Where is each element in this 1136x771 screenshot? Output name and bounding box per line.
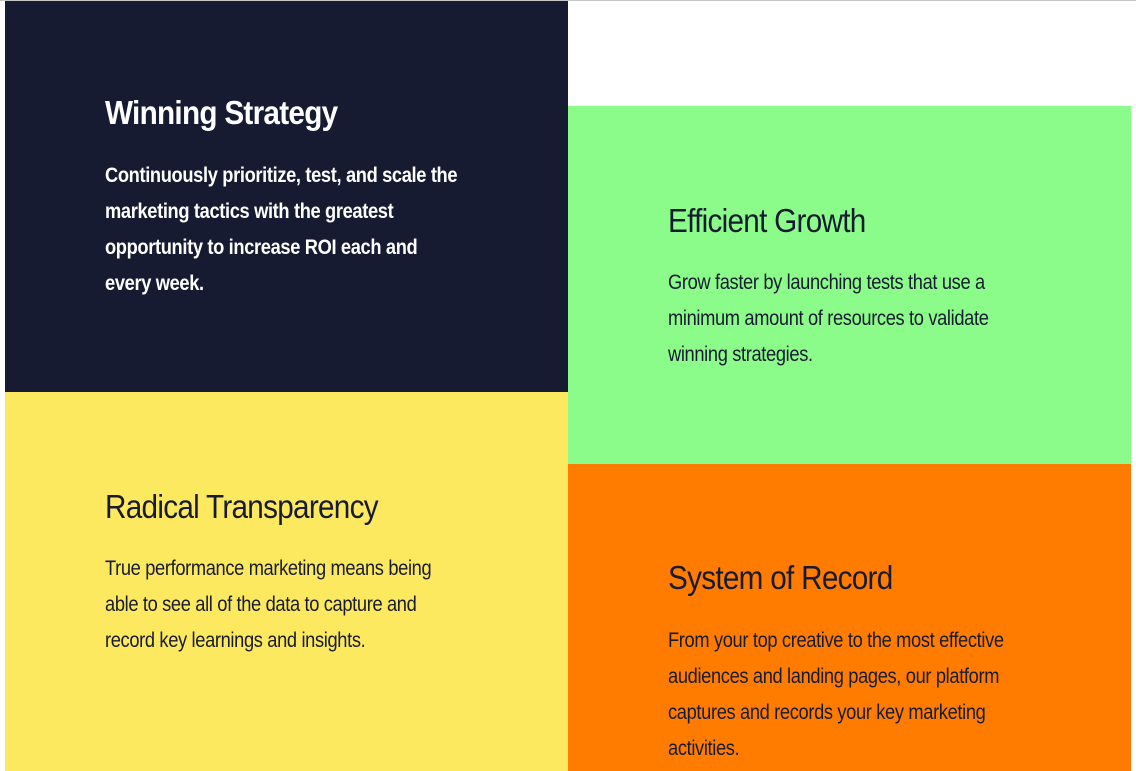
card-system-of-record: System of Record From your top creative … <box>568 464 1131 771</box>
card-title: Winning Strategy <box>105 94 338 131</box>
card-efficient-growth: Efficient Growth Grow faster by launchin… <box>568 106 1131 464</box>
card-description: True performance marketing means being a… <box>105 557 432 652</box>
card-description: From your top creative to the most effec… <box>668 629 1004 760</box>
card-title: System of Record <box>668 559 893 596</box>
card-winning-strategy: Winning Strategy Continuously prioritize… <box>5 1 568 392</box>
card-title: Radical Transparency <box>105 488 379 525</box>
card-description: Continuously prioritize, test, and scale… <box>105 164 458 295</box>
card-radical-transparency: Radical Transparency True performance ma… <box>5 392 568 771</box>
card-title: Efficient Growth <box>668 202 866 239</box>
card-description: Grow faster by launching tests that use … <box>668 271 989 366</box>
